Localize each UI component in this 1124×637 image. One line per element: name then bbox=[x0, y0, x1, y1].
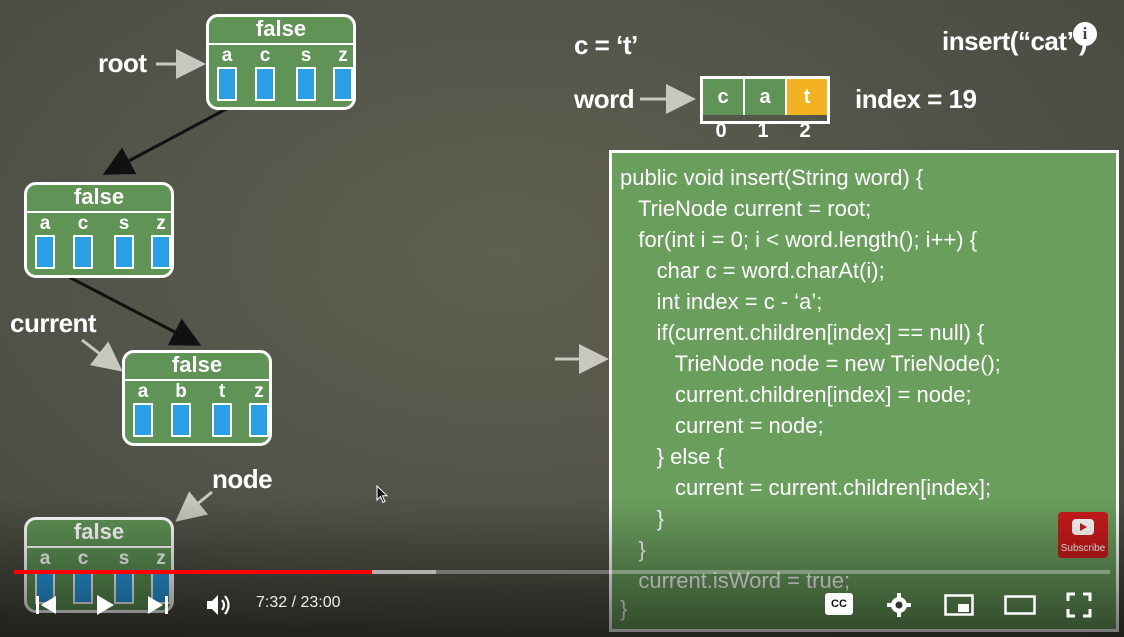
slot-letter: s bbox=[300, 45, 312, 66]
root-label: root bbox=[98, 48, 147, 78]
node-header: false bbox=[125, 353, 269, 381]
slot-letter: z bbox=[338, 45, 348, 66]
node-label: node bbox=[212, 464, 273, 494]
word-index: 1 bbox=[757, 120, 769, 142]
child-slot bbox=[171, 403, 191, 437]
node-header: false bbox=[27, 185, 171, 213]
trie-node-level1: false a c s z bbox=[24, 182, 174, 278]
word-label: word bbox=[574, 84, 635, 114]
slot-letter: s bbox=[118, 548, 130, 569]
child-slot bbox=[73, 570, 93, 604]
code-line: } else { bbox=[620, 444, 724, 469]
play-icon[interactable] bbox=[94, 593, 116, 617]
slot-letter: c bbox=[259, 45, 271, 66]
slot-letter: c bbox=[77, 213, 89, 234]
slot-letter: z bbox=[156, 548, 166, 569]
code-line: char c = word.charAt(i); bbox=[620, 258, 885, 283]
slot-letter: c bbox=[77, 548, 89, 569]
index-assignment: index = 19 bbox=[855, 84, 977, 114]
child-slot bbox=[114, 235, 134, 269]
theater-mode-icon[interactable] bbox=[1004, 594, 1036, 616]
current-arrow bbox=[81, 338, 123, 372]
volume-icon[interactable] bbox=[204, 592, 232, 618]
word-char-current: t bbox=[787, 79, 827, 115]
mouse-cursor-icon bbox=[376, 485, 389, 504]
current-label: current bbox=[10, 308, 97, 338]
code-line: TrieNode current = root; bbox=[620, 196, 872, 221]
previous-icon[interactable] bbox=[34, 594, 58, 616]
slot-letter: b bbox=[175, 381, 187, 402]
slot-letter: z bbox=[254, 381, 264, 402]
code-line: for(int i = 0; i < word.length(); i++) { bbox=[620, 227, 978, 252]
slot-letter: a bbox=[39, 213, 51, 234]
time-display: 7:32 / 23:00 bbox=[256, 594, 341, 611]
word-char: c bbox=[703, 79, 745, 115]
code-line: int index = c - ‘a’; bbox=[620, 289, 823, 314]
progress-played bbox=[14, 570, 372, 574]
code-line: current.children[index] = node; bbox=[620, 382, 972, 407]
word-array: c a t bbox=[700, 76, 830, 124]
code-line: } bbox=[620, 596, 628, 621]
code-line: } bbox=[620, 506, 665, 531]
code-line: TrieNode node = new TrieNode(); bbox=[620, 351, 1001, 376]
video-title: insert(“cat”) bbox=[942, 26, 1088, 56]
child-slot bbox=[296, 67, 316, 101]
slot-letter: s bbox=[118, 213, 130, 234]
video-frame[interactable]: root word current node c = ‘t’ index = 1… bbox=[0, 0, 1124, 637]
trie-node-level2: false a b t z bbox=[122, 350, 272, 446]
word-char: a bbox=[745, 79, 787, 115]
code-line: } bbox=[620, 537, 646, 562]
next-icon[interactable] bbox=[146, 594, 170, 616]
trie-node-root: false a c s z bbox=[206, 14, 356, 110]
code-line: current = current.children[index]; bbox=[620, 475, 992, 500]
slot-letter: z bbox=[156, 213, 166, 234]
settings-gear-icon[interactable] bbox=[886, 592, 912, 618]
slot-letter: a bbox=[39, 548, 51, 569]
code-line: public void insert(String word) { bbox=[620, 165, 924, 190]
node-arrow bbox=[175, 490, 213, 522]
node-header: false bbox=[27, 520, 171, 548]
code-panel: public void insert(String word) { TrieNo… bbox=[609, 150, 1119, 632]
c-assignment: c = ‘t’ bbox=[574, 30, 638, 60]
slot-letter: a bbox=[221, 45, 233, 66]
word-index: 0 bbox=[715, 120, 727, 142]
word-index: 2 bbox=[799, 120, 811, 142]
subscribe-button[interactable]: Subscribe bbox=[1058, 512, 1108, 558]
code-line: if(current.children[index] == null) { bbox=[620, 320, 985, 345]
progress-bar[interactable] bbox=[14, 570, 1110, 574]
youtube-logo-icon bbox=[1072, 519, 1094, 535]
child-slot bbox=[333, 67, 353, 101]
subscribe-label: Subscribe bbox=[1060, 543, 1106, 554]
child-slot bbox=[133, 403, 153, 437]
child-slot bbox=[73, 235, 93, 269]
fullscreen-icon[interactable] bbox=[1066, 592, 1092, 618]
child-slot bbox=[255, 67, 275, 101]
child-slot bbox=[114, 570, 134, 604]
child-slot bbox=[212, 403, 232, 437]
captions-button[interactable]: CC bbox=[825, 593, 853, 615]
child-slot bbox=[35, 235, 55, 269]
slot-letter: t bbox=[218, 381, 226, 402]
slot-letter: a bbox=[137, 381, 149, 402]
info-icon[interactable]: i bbox=[1073, 22, 1097, 46]
child-slot bbox=[249, 403, 269, 437]
code-line: current = node; bbox=[620, 413, 824, 438]
child-slot bbox=[151, 235, 171, 269]
node-header: false bbox=[209, 17, 353, 45]
child-slot bbox=[217, 67, 237, 101]
miniplayer-icon[interactable] bbox=[944, 594, 974, 616]
